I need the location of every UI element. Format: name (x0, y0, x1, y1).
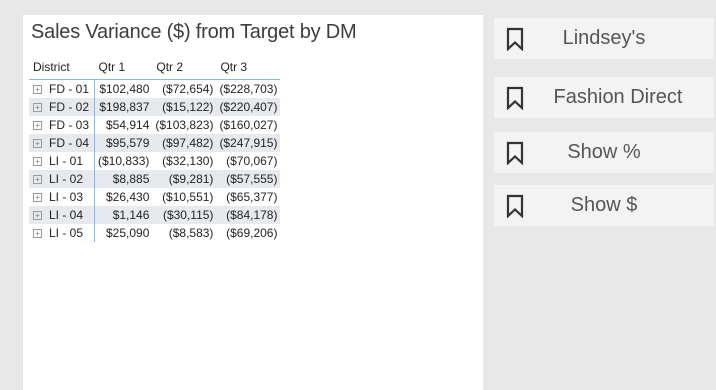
table-row[interactable]: + LI - 05 $25,090 ($8,583) ($69,206) (29, 224, 280, 242)
bookmark-button-show-percent[interactable]: Show % (494, 132, 714, 173)
qtr2-cell: ($32,130) (162, 154, 214, 168)
qtr2-cell: ($8,583) (168, 226, 214, 240)
district-label: LI - 05 (49, 226, 84, 240)
table-row[interactable]: + FD - 03 $54,914 ($103,823) ($160,027) (29, 116, 280, 134)
column-header-qtr3[interactable]: Qtr 3 (216, 55, 281, 80)
qtr1-cell: $54,914 (106, 118, 150, 132)
table-row[interactable]: + LI - 02 $8,885 ($9,281) ($57,555) (29, 170, 281, 188)
qtr2-cell: ($9,281) (152, 170, 217, 188)
matrix-visual[interactable]: Sales Variance ($) from Target by DM Dis… (23, 15, 483, 390)
qtr3-cell: ($247,915) (216, 134, 281, 152)
qtr1-cell: $102,480 (99, 82, 150, 96)
qtr3-cell: ($65,377) (226, 190, 278, 204)
expand-icon[interactable]: + (33, 157, 42, 166)
district-cell: + FD - 03 (29, 116, 96, 134)
qtr1-cell: $25,090 (106, 226, 150, 240)
bookmark-label: Show % (567, 141, 641, 163)
district-cell: + LI - 02 (29, 170, 96, 188)
expand-icon[interactable]: + (33, 193, 42, 202)
district-label: LI - 02 (49, 172, 84, 186)
bookmark-label: Lindsey's (562, 27, 646, 49)
table-row[interactable]: + LI - 04 $1,146 ($30,115) ($84,178) (29, 206, 281, 224)
qtr3-cell: ($57,555) (216, 170, 281, 188)
table-row[interactable]: + LI - 03 $26,430 ($10,551) ($65,377) (29, 188, 280, 206)
table-row[interactable]: + FD - 01 $102,480 ($72,654) ($228,703) (29, 79, 280, 98)
qtr3-cell: ($220,407) (216, 98, 281, 116)
qtr1-cell: $198,837 (94, 98, 153, 116)
bookmark-button-lindseys[interactable]: Lindsey's (494, 18, 714, 59)
district-label: LI - 01 (49, 154, 84, 168)
matrix-table: District Qtr 1 Qtr 2 Qtr 3 + FD - 01 $102,… (29, 55, 281, 242)
table-row[interactable]: + FD - 04 $95,579 ($97,482) ($247,915) (29, 134, 281, 152)
bookmark-button-show-dollar[interactable]: Show $ (494, 185, 714, 226)
expand-icon[interactable]: + (33, 139, 42, 148)
expand-icon[interactable]: + (33, 229, 42, 238)
qtr1-cell: ($10,833) (98, 154, 150, 168)
qtr3-cell: ($70,067) (226, 154, 278, 168)
district-cell: + LI - 03 (29, 188, 96, 206)
expand-icon[interactable]: + (33, 103, 42, 112)
district-label: LI - 04 (49, 208, 84, 222)
qtr2-cell: ($97,482) (152, 134, 217, 152)
district-cell: + FD - 04 (29, 134, 96, 152)
column-header-district[interactable]: District (29, 55, 95, 80)
expand-icon[interactable]: + (33, 211, 42, 220)
district-cell: + LI - 01 (29, 152, 96, 170)
column-header-qtr1[interactable]: Qtr 1 (94, 55, 153, 80)
qtr1-cell: $8,885 (94, 170, 153, 188)
qtr3-cell: ($228,703) (219, 82, 278, 96)
bookmark-label: Show $ (570, 194, 638, 216)
qtr2-cell: ($72,654) (162, 82, 214, 96)
district-label: FD - 03 (49, 118, 90, 132)
visual-title: Sales Variance ($) from Target by DM (31, 21, 357, 43)
table-row[interactable]: + FD - 02 $198,837 ($15,122) ($220,407) (29, 98, 281, 116)
bookmark-label: Fashion Direct (553, 86, 683, 108)
district-cell: + FD - 01 (29, 79, 96, 98)
canvas-top-strip (0, 0, 716, 8)
district-cell: + LI - 05 (29, 224, 96, 242)
district-label: FD - 04 (49, 136, 90, 150)
expand-icon[interactable]: + (33, 85, 42, 94)
expand-icon[interactable]: + (33, 175, 42, 184)
column-header-qtr2[interactable]: Qtr 2 (152, 55, 217, 80)
qtr2-cell: ($15,122) (152, 98, 217, 116)
qtr3-cell: ($160,027) (219, 118, 278, 132)
qtr1-cell: $26,430 (106, 190, 150, 204)
bookmark-button-fashion-direct[interactable]: Fashion Direct (494, 77, 714, 118)
qtr2-cell: ($10,551) (162, 190, 214, 204)
district-label: FD - 02 (49, 100, 90, 114)
district-cell: + FD - 02 (29, 98, 96, 116)
expand-icon[interactable]: + (33, 121, 42, 130)
qtr2-cell: ($30,115) (152, 206, 217, 224)
qtr2-cell: ($103,823) (155, 118, 214, 132)
district-cell: + LI - 04 (29, 206, 96, 224)
header-row: District Qtr 1 Qtr 2 Qtr 3 (29, 55, 281, 80)
district-label: FD - 01 (49, 82, 90, 96)
table-row[interactable]: + LI - 01 ($10,833) ($32,130) ($70,067) (29, 152, 280, 170)
district-label: LI - 03 (49, 190, 84, 204)
qtr3-cell: ($84,178) (216, 206, 281, 224)
qtr1-cell: $1,146 (94, 206, 153, 224)
qtr3-cell: ($69,206) (226, 226, 278, 240)
qtr1-cell: $95,579 (94, 134, 153, 152)
